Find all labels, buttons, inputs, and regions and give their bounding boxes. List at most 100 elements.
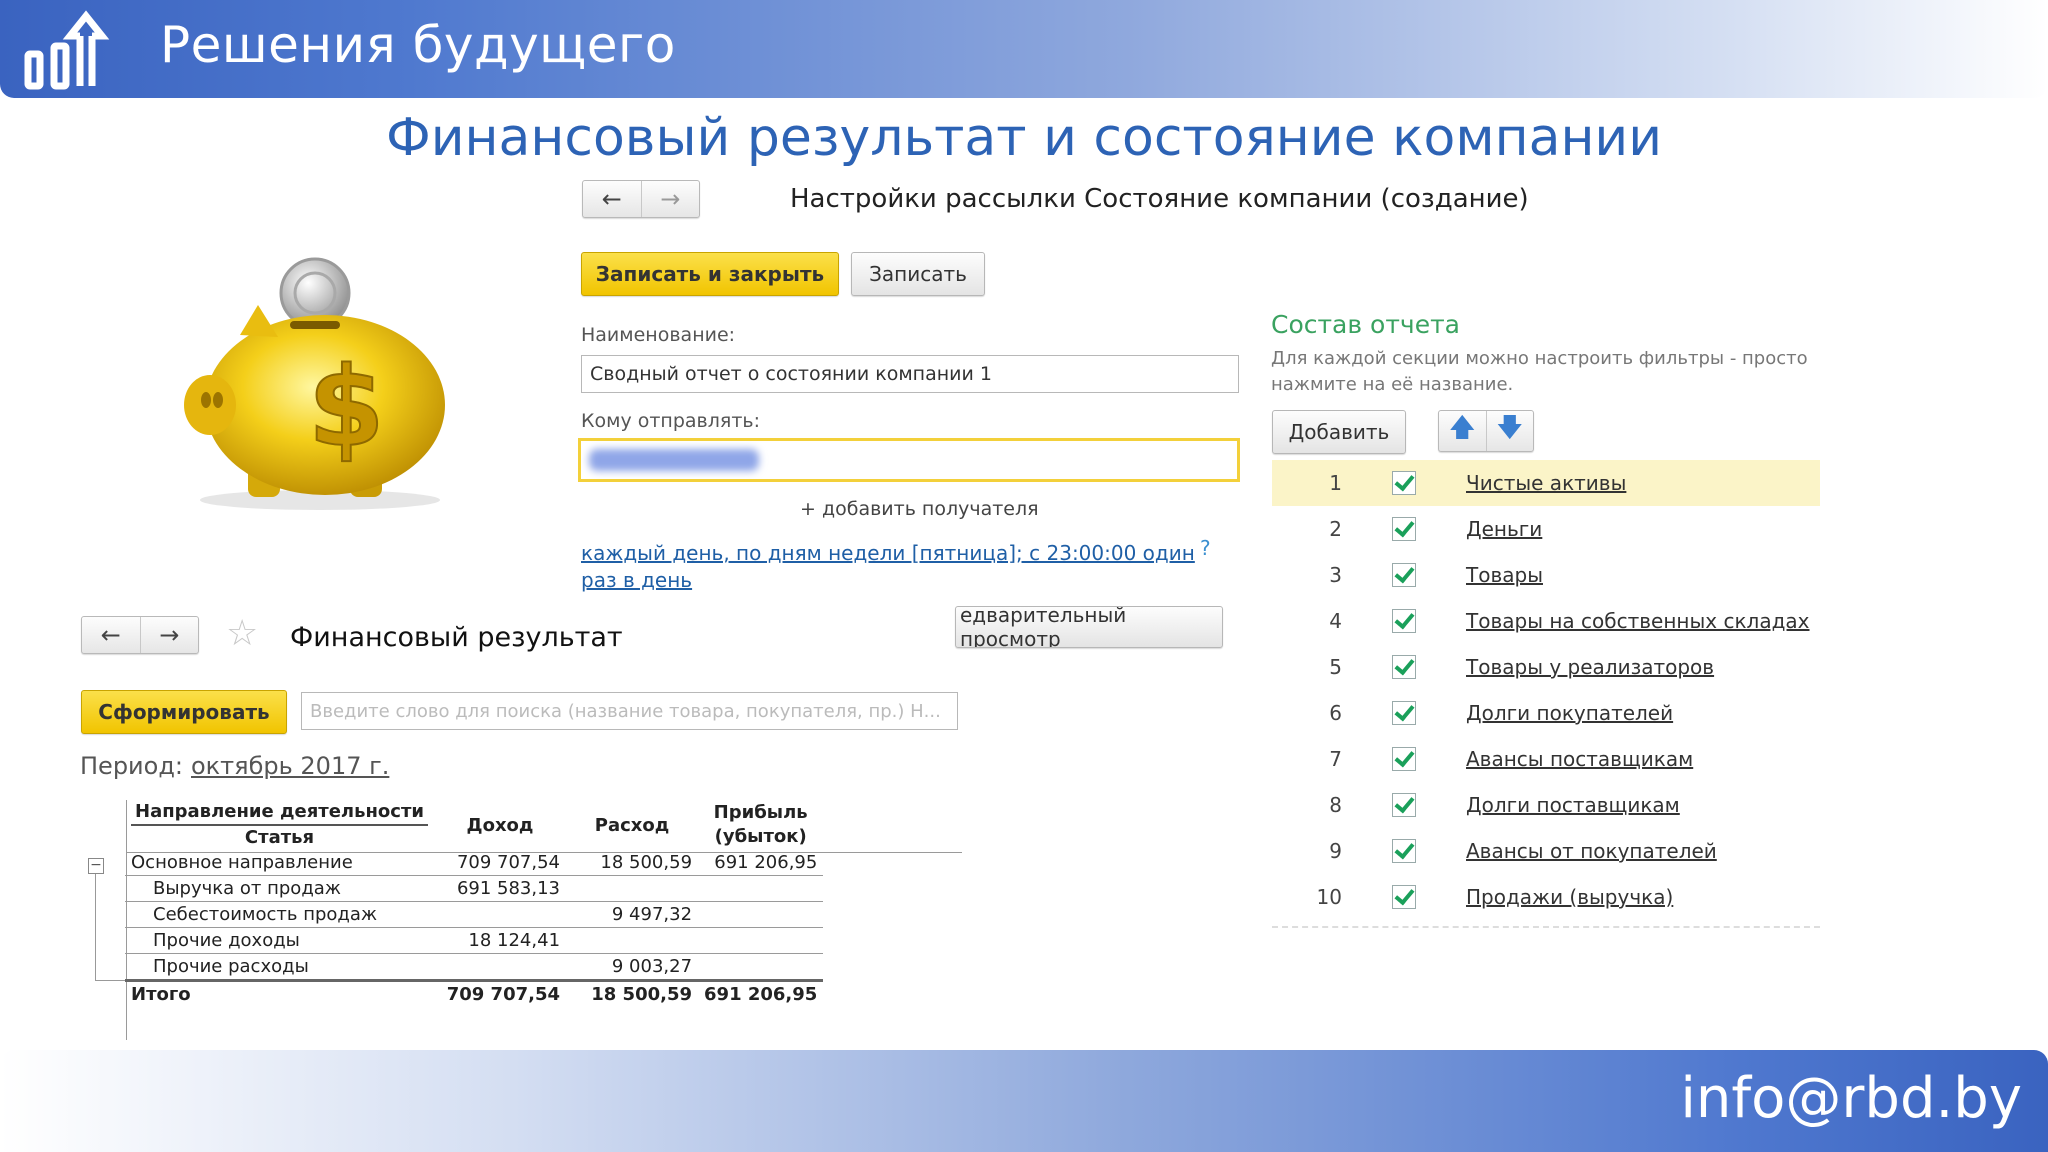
row-number: 9 bbox=[1329, 839, 1342, 863]
row-income: 691 583,13 bbox=[434, 875, 567, 902]
row-profit: 691 206,95 bbox=[698, 850, 824, 876]
checkbox[interactable] bbox=[1392, 839, 1416, 863]
recipients-field[interactable] bbox=[578, 438, 1240, 482]
section-name-link[interactable]: Продажи (выручка) bbox=[1466, 885, 1673, 909]
name-field[interactable]: Сводный отчет о состоянии компании 1 bbox=[581, 355, 1239, 393]
section-row[interactable]: 10 Продажи (выручка) bbox=[1272, 874, 1820, 920]
save-button[interactable]: Записать bbox=[851, 252, 985, 296]
table-header: Направление деятельности Статья Доход Ра… bbox=[125, 800, 823, 850]
row-income bbox=[434, 954, 566, 981]
section-name-link[interactable]: Авансы поставщикам bbox=[1466, 747, 1693, 771]
table-row: Себестоимость продаж 9 497,32 bbox=[125, 901, 824, 928]
back-arrow-icon[interactable]: ← bbox=[583, 181, 641, 217]
row-expense: 9 003,27 bbox=[611, 956, 693, 977]
row-number: 1 bbox=[1329, 471, 1342, 495]
section-name-link[interactable]: Товары bbox=[1466, 563, 1543, 587]
checkbox[interactable] bbox=[1392, 701, 1416, 725]
row-profit bbox=[698, 954, 823, 981]
report-nav-buttons: ← → bbox=[81, 616, 199, 654]
settings-nav-buttons: ← → bbox=[582, 180, 700, 218]
section-row[interactable]: 8 Долги поставщикам bbox=[1272, 782, 1820, 828]
move-buttons: 🡅 🡇 bbox=[1438, 410, 1534, 452]
row-expense: 9 497,32 bbox=[566, 901, 699, 928]
section-row[interactable]: 3 Товары bbox=[1272, 552, 1820, 598]
section-name-link[interactable]: Товары на собственных складах bbox=[1466, 609, 1810, 633]
generate-button[interactable]: Сформировать bbox=[81, 690, 287, 734]
piggy-bank-icon: $ bbox=[184, 257, 445, 510]
row-profit bbox=[698, 901, 824, 928]
checkbox[interactable] bbox=[1392, 793, 1416, 817]
list-divider bbox=[1272, 926, 1820, 928]
row-profit bbox=[698, 927, 824, 954]
add-section-button[interactable]: Добавить bbox=[1272, 410, 1406, 454]
checkbox[interactable] bbox=[1392, 517, 1416, 541]
header-income: Доход bbox=[466, 814, 534, 836]
section-row[interactable]: 5 Товары у реализаторов bbox=[1272, 644, 1820, 690]
schedule-link[interactable]: каждый день, по дням недели [пятница]; с… bbox=[581, 540, 1201, 594]
add-recipient-link[interactable]: + добавить получателя bbox=[800, 498, 1039, 520]
back-arrow-icon[interactable]: ← bbox=[82, 617, 140, 653]
header-expense: Расход bbox=[594, 814, 670, 836]
checkbox[interactable] bbox=[1392, 747, 1416, 771]
checkbox[interactable] bbox=[1392, 885, 1416, 909]
row-number: 7 bbox=[1329, 747, 1342, 771]
section-name-link[interactable]: Долги поставщикам bbox=[1466, 793, 1680, 817]
row-number: 3 bbox=[1329, 563, 1342, 587]
forward-arrow-icon[interactable]: → bbox=[640, 181, 700, 217]
financial-result-table: Направление деятельности Статья Доход Ра… bbox=[125, 800, 824, 1007]
section-name-link[interactable]: Авансы от покупателей bbox=[1466, 839, 1717, 863]
period-label: Период: bbox=[80, 752, 184, 780]
header-direction: Направление деятельности Статья bbox=[125, 800, 434, 850]
tree-line bbox=[95, 980, 125, 981]
collapse-icon[interactable]: − bbox=[88, 858, 104, 874]
name-label: Наименование: bbox=[581, 324, 736, 346]
section-name-link[interactable]: Товары у реализаторов bbox=[1466, 655, 1714, 679]
brand-name: Решения будущего bbox=[160, 16, 676, 74]
section-row[interactable]: 7 Авансы поставщикам bbox=[1272, 736, 1820, 782]
move-down-icon[interactable]: 🡇 bbox=[1485, 411, 1534, 451]
row-profit bbox=[698, 875, 824, 902]
forward-arrow-icon[interactable]: → bbox=[139, 617, 199, 653]
contact-email[interactable]: info@rbd.by bbox=[1680, 1066, 2022, 1131]
move-up-icon[interactable]: 🡅 bbox=[1439, 411, 1486, 451]
section-name-link[interactable]: Чистые активы bbox=[1466, 471, 1626, 495]
row-name: Себестоимость продаж bbox=[125, 901, 435, 928]
blurred-recipient bbox=[589, 449, 759, 471]
row-number: 5 bbox=[1329, 655, 1342, 679]
table-row: Основное направление 709 707,54 18 500,5… bbox=[125, 850, 824, 876]
total-name: Итого bbox=[125, 979, 435, 1007]
period-link[interactable]: октябрь 2017 г. bbox=[191, 752, 389, 780]
help-icon[interactable]: ? bbox=[1200, 536, 1211, 560]
save-and-close-button[interactable]: Записать и закрыть bbox=[581, 252, 839, 296]
total-profit: 691 206,95 bbox=[698, 979, 824, 1007]
row-number: 6 bbox=[1329, 701, 1342, 725]
row-number: 8 bbox=[1329, 793, 1342, 817]
section-row[interactable]: 1 Чистые активы bbox=[1272, 460, 1820, 506]
row-name: Выручка от продаж bbox=[125, 875, 435, 902]
section-name-link[interactable]: Деньги bbox=[1466, 517, 1542, 541]
table-row: Прочие расходы 9 003,27 bbox=[125, 954, 823, 981]
section-name-link[interactable]: Долги покупателей bbox=[1466, 701, 1673, 725]
header-article-label: Статья bbox=[244, 827, 315, 848]
favorite-star-icon[interactable]: ☆ bbox=[226, 616, 258, 652]
row-number: 10 bbox=[1316, 885, 1342, 909]
composition-title: Состав отчета bbox=[1271, 310, 1460, 339]
section-row[interactable]: 2 Деньги bbox=[1272, 506, 1820, 552]
row-number: 2 bbox=[1329, 517, 1342, 541]
search-input[interactable]: Введите слово для поиска (название товар… bbox=[301, 692, 958, 730]
table-row: Выручка от продаж 691 583,13 bbox=[125, 875, 824, 902]
svg-text:$: $ bbox=[308, 343, 385, 471]
checkbox[interactable] bbox=[1392, 563, 1416, 587]
header-profit: Прибыль (убыток) bbox=[713, 802, 808, 847]
table-row: Прочие доходы 18 124,41 bbox=[125, 927, 824, 954]
section-row[interactable]: 4 Товары на собственных складах bbox=[1272, 598, 1820, 644]
section-row[interactable]: 6 Долги покупателей bbox=[1272, 690, 1820, 736]
row-name: Прочие расходы bbox=[153, 956, 309, 977]
checkbox[interactable] bbox=[1392, 471, 1416, 495]
section-row[interactable]: 9 Авансы от покупателей bbox=[1272, 828, 1820, 874]
table-total-row: Итого 709 707,54 18 500,59 691 206,95 bbox=[125, 979, 824, 1007]
preview-button[interactable]: едварительный просмотр bbox=[955, 606, 1223, 648]
checkbox[interactable] bbox=[1392, 655, 1416, 679]
checkbox[interactable] bbox=[1392, 609, 1416, 633]
recipients-label: Кому отправлять: bbox=[581, 410, 760, 432]
